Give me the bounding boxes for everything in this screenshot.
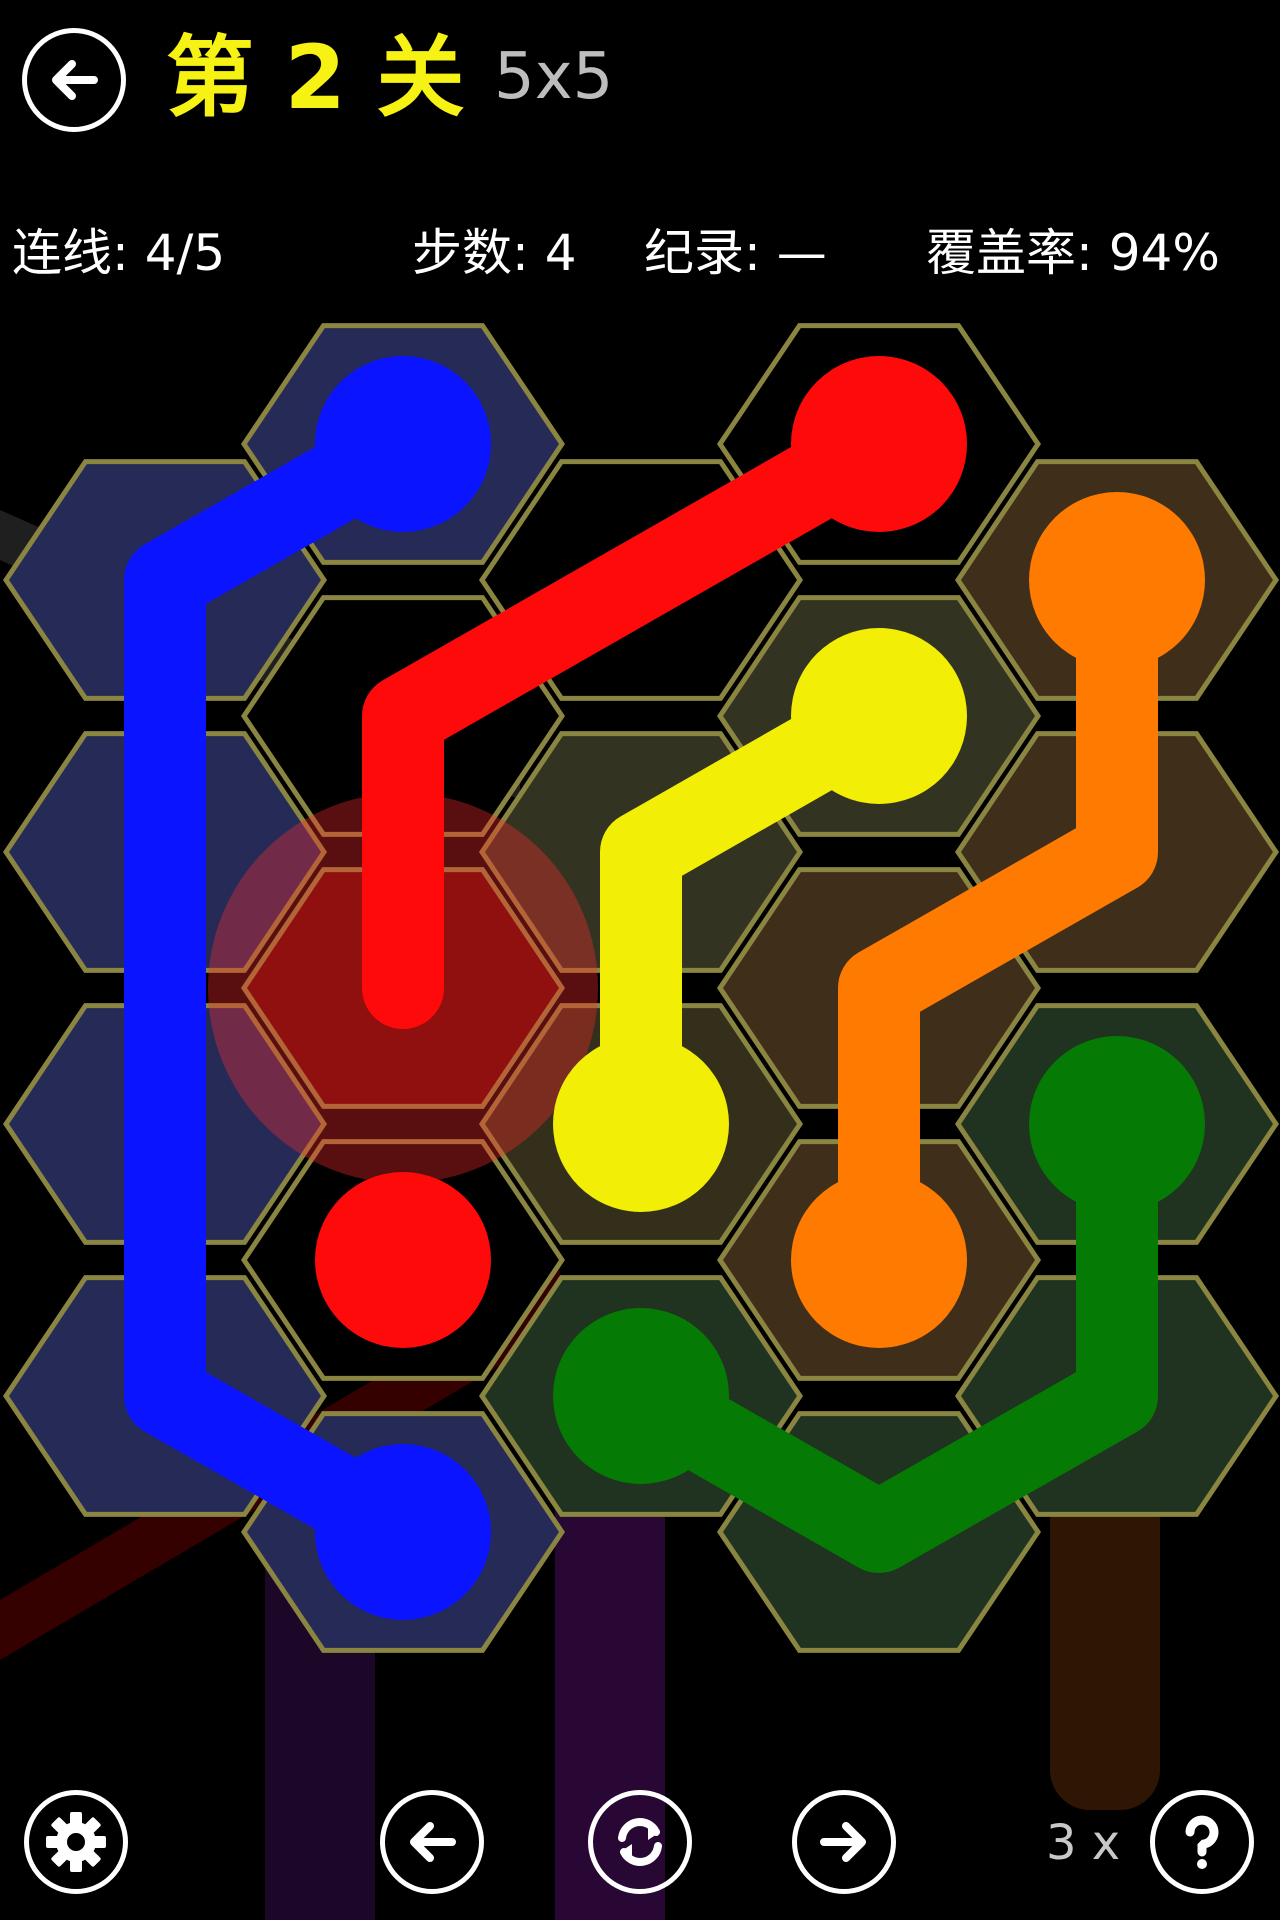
gear-icon [46, 1812, 106, 1872]
coverage-stat: 覆盖率: 94% [926, 224, 1220, 282]
restart-button[interactable] [588, 1790, 692, 1894]
green-endpoint[interactable] [1029, 1036, 1205, 1212]
grid-size-label: 5x5 [494, 40, 614, 114]
back-button[interactable] [22, 28, 126, 132]
arrow-right-icon [820, 1822, 866, 1862]
next-level-button[interactable] [792, 1790, 896, 1894]
settings-button[interactable] [24, 1790, 128, 1894]
arrow-left-icon [410, 1822, 456, 1862]
yellow-endpoint[interactable] [553, 1036, 729, 1212]
red-endpoint[interactable] [315, 1172, 491, 1348]
record-stat: 纪录: — [644, 224, 827, 282]
red-endpoint[interactable] [791, 356, 967, 532]
hint-count: 3 x [1046, 1815, 1121, 1871]
moves-stat: 步数: 4 [412, 224, 577, 282]
blue-endpoint[interactable] [315, 356, 491, 532]
hint-button[interactable] [1150, 1790, 1254, 1894]
refresh-icon [618, 1818, 662, 1866]
green-endpoint[interactable] [553, 1308, 729, 1484]
question-icon [1185, 1815, 1219, 1869]
previous-level-button[interactable] [380, 1790, 484, 1894]
orange-endpoint[interactable] [791, 1172, 967, 1348]
blue-endpoint[interactable] [315, 1444, 491, 1620]
arrow-left-icon [52, 60, 98, 100]
links-stat: 连线: 4/5 [12, 224, 226, 282]
level-title: 第 2 关 [166, 26, 465, 129]
orange-endpoint[interactable] [1029, 492, 1205, 668]
game-board[interactable] [0, 0, 1280, 1920]
yellow-endpoint[interactable] [791, 628, 967, 804]
